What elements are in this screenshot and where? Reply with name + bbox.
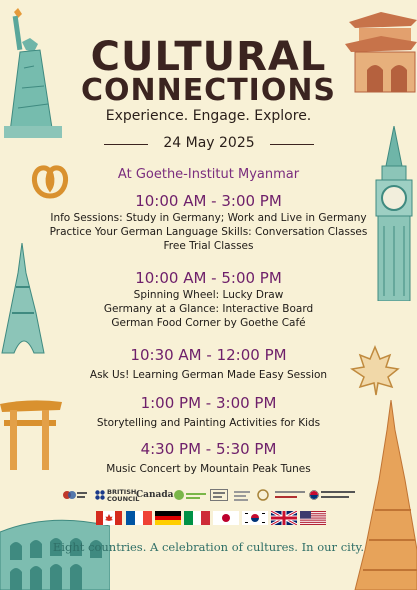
canada-flag-icon — [96, 511, 122, 525]
date-divider-right — [270, 144, 314, 145]
event-poster: CULTURAL CONNECTIONS Experience. Engage.… — [0, 0, 417, 590]
venue: At Goethe-Institut Myanmar — [117, 167, 300, 182]
uk-flag-icon — [271, 511, 297, 525]
schedule-item: Germany at a Glance: Interactive Board — [103, 303, 314, 315]
usa-flag-icon — [300, 511, 326, 525]
korea-flag-icon — [242, 511, 268, 525]
schedule-block: 1:00 PM - 3:00 PM Storytelling and Paint… — [0, 393, 417, 430]
partner-logo-icon — [275, 491, 305, 498]
schedule-item: Spinning Wheel: Lucky Draw — [133, 289, 284, 301]
schedule-block: 10:30 AM - 12:00 PM Ask Us! Learning Ger… — [0, 345, 417, 382]
british-council-logo: BRITISH COUNCIL — [107, 488, 140, 503]
partner-logo-icon — [210, 489, 228, 501]
schedule-item: Practice Your German Language Skills: Co… — [49, 226, 368, 238]
event-date: 24 May 2025 — [163, 135, 255, 151]
schedule-item: Free Trial Classes — [163, 240, 254, 252]
schedule-item: Info Sessions: Study in Germany; Work an… — [50, 212, 367, 224]
schedule-time: 10:30 AM - 12:00 PM — [130, 346, 287, 364]
british-council-icon — [95, 490, 105, 500]
france-flag-icon — [126, 511, 152, 525]
partner-logo-icon — [257, 489, 269, 501]
date-row: 24 May 2025 — [104, 135, 314, 153]
schedule-item: Storytelling and Painting Activities for… — [96, 417, 321, 429]
germany-flag-icon — [155, 511, 181, 525]
schedule-time: 1:00 PM - 3:00 PM — [140, 394, 277, 412]
title-line-2: CONNECTIONS — [80, 73, 337, 108]
partner-logo-icon — [234, 491, 250, 501]
schedule-item: Ask Us! Learning German Made Easy Sessio… — [89, 369, 328, 381]
schedule-item: German Food Corner by Goethe Café — [111, 317, 306, 329]
italy-flag-icon — [184, 511, 210, 525]
schedule-time: 10:00 AM - 3:00 PM — [135, 192, 282, 210]
schedule-block: 10:00 AM - 3:00 PM Info Sessions: Study … — [0, 191, 417, 253]
partner-logos: BRITISH COUNCIL Canada — [62, 489, 357, 503]
japan-flag-icon — [213, 511, 239, 525]
schedule-time: 4:30 PM - 5:30 PM — [140, 440, 277, 458]
footer-slogan: Eight countries. A celebration of cultur… — [52, 540, 365, 554]
partner-logo-icon — [63, 491, 87, 499]
tagline: Experience. Engage. Explore. — [105, 108, 312, 124]
schedule-block: 10:00 AM - 5:00 PM Spinning Wheel: Lucky… — [0, 268, 417, 330]
schedule-time: 10:00 AM - 5:00 PM — [135, 269, 282, 287]
partner-logo-icon — [174, 490, 206, 500]
schedule-block: 4:30 PM - 5:30 PM Music Concert by Mount… — [0, 439, 417, 476]
korea-embassy-logo-icon — [309, 490, 355, 500]
canada-logo: Canada — [136, 490, 174, 500]
schedule-item: Music Concert by Mountain Peak Tunes — [106, 463, 311, 475]
